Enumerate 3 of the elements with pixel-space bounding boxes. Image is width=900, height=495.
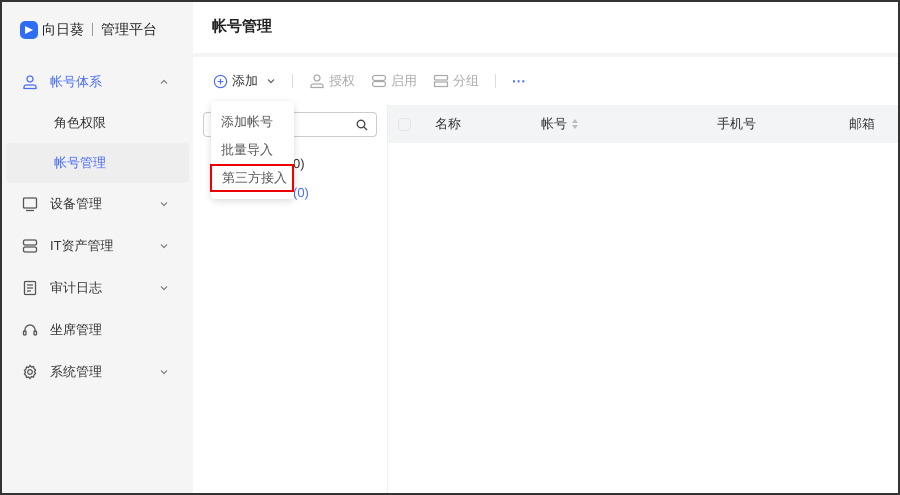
page-title: 帐号管理 [212, 17, 272, 38]
brand-name: 向日葵 [42, 20, 84, 39]
brand-subtitle: 管理平台 [101, 20, 157, 39]
